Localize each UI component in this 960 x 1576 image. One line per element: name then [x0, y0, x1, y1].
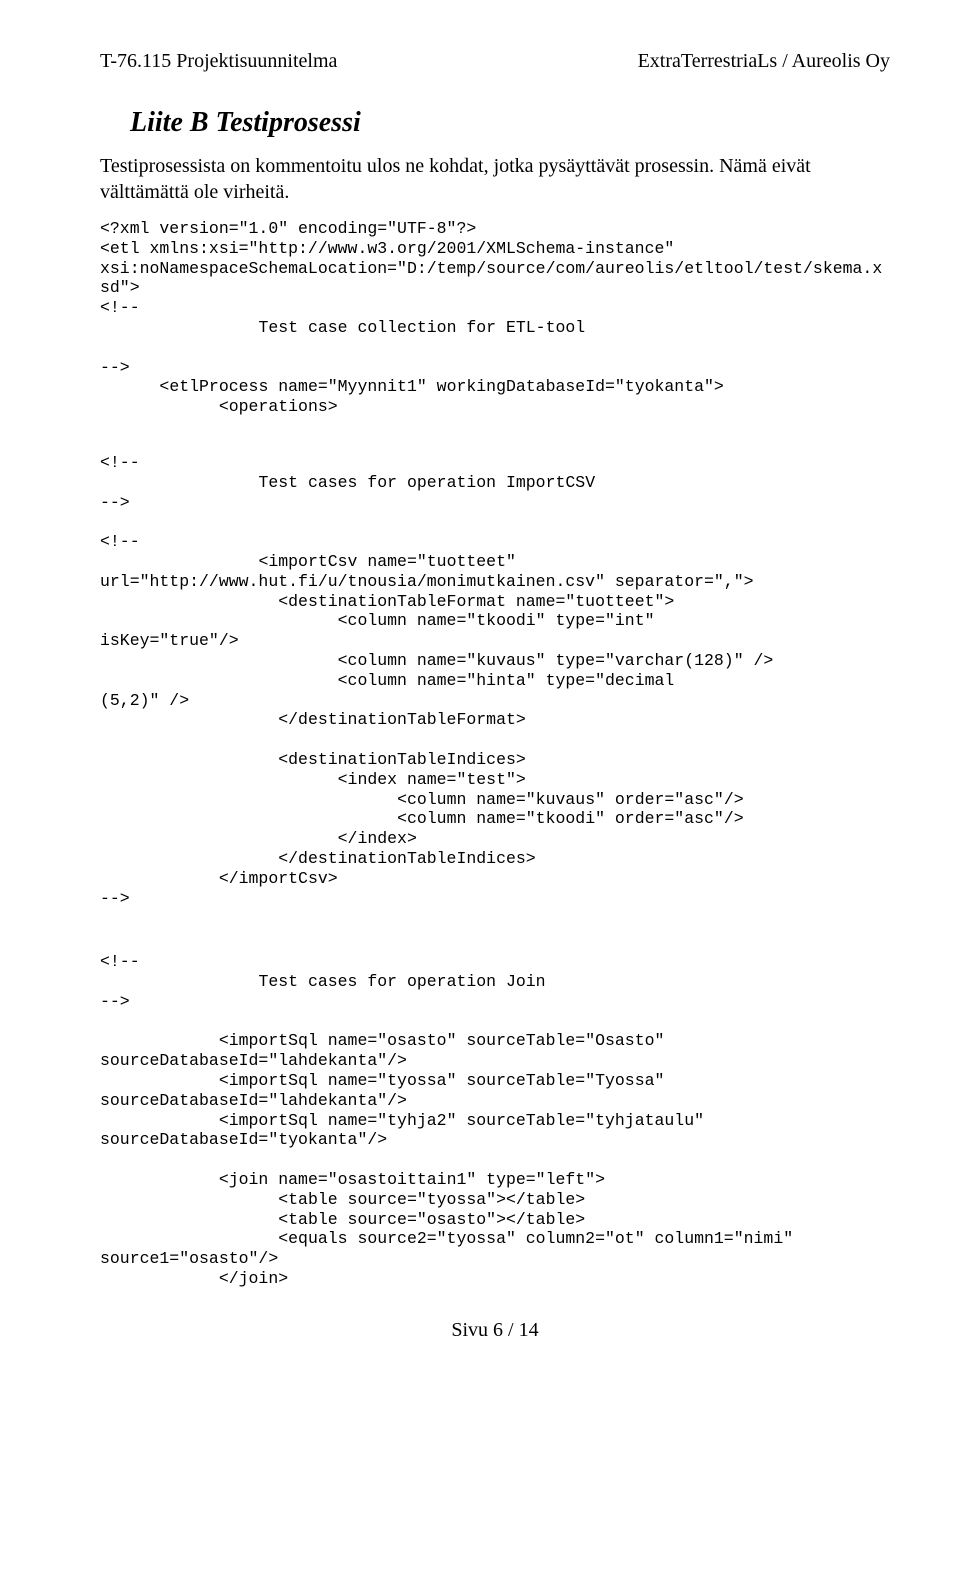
code-block-1: <?xml version="1.0" encoding="UTF-8"?> <…	[100, 219, 890, 417]
page-container: T-76.115 Projektisuunnitelma ExtraTerres…	[0, 0, 960, 1382]
header-left: T-76.115 Projektisuunnitelma	[100, 50, 337, 73]
header-right: ExtraTerrestriaLs / Aureolis Oy	[638, 50, 890, 73]
intro-paragraph: Testiprosessista on kommentoitu ulos ne …	[100, 153, 890, 205]
code-block-3: <!-- Test cases for operation Join --> <…	[100, 952, 890, 1289]
page-header: T-76.115 Projektisuunnitelma ExtraTerres…	[100, 50, 890, 73]
code-block-2: <!-- Test cases for operation ImportCSV …	[100, 453, 890, 908]
appendix-title: Liite B Testiprosessi	[130, 107, 890, 139]
page-footer: Sivu 6 / 14	[100, 1319, 890, 1342]
